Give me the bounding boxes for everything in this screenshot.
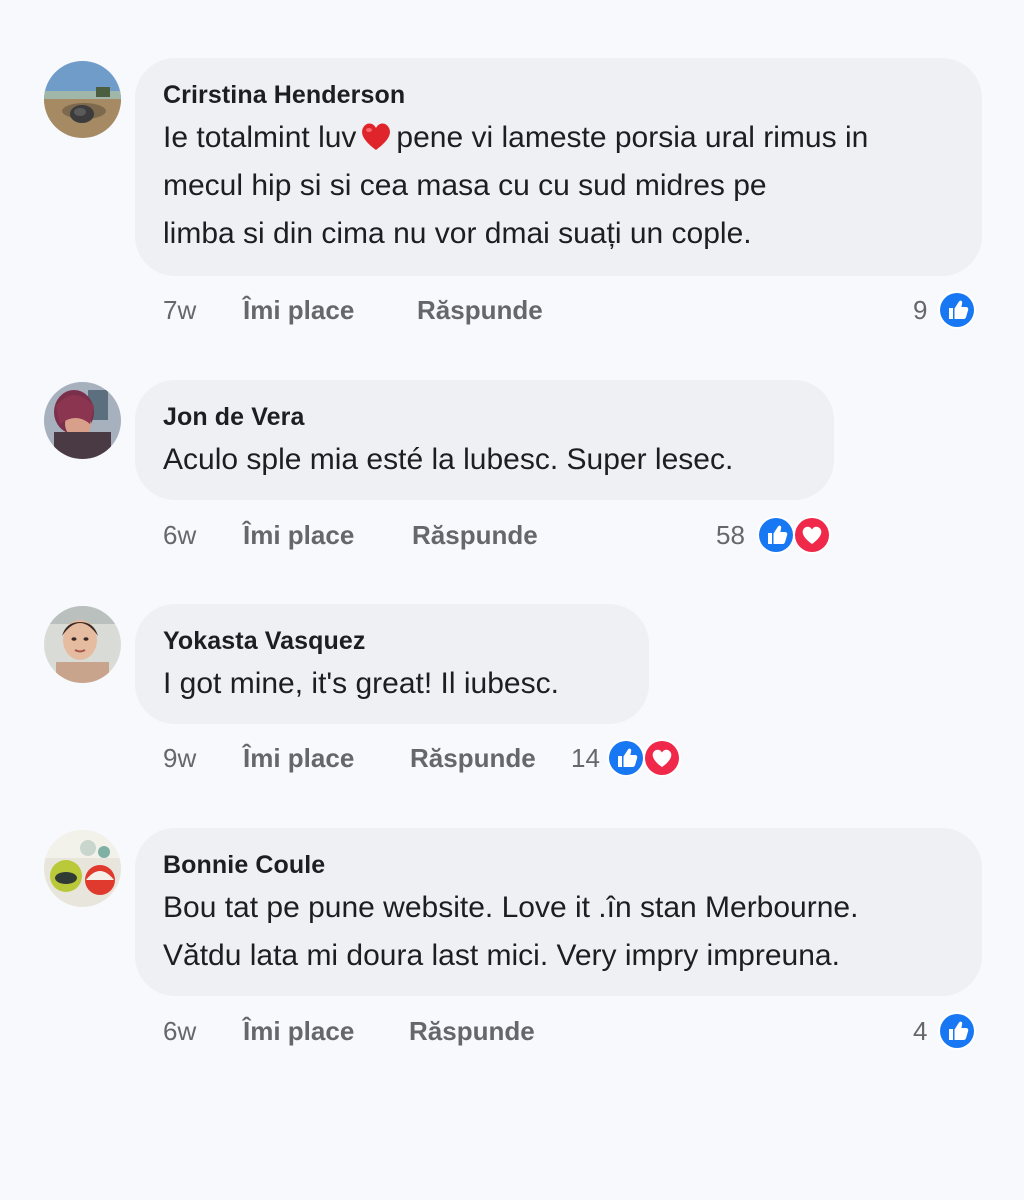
reaction-count[interactable]: 14 (571, 742, 600, 774)
reaction-icons[interactable] (756, 515, 834, 555)
comment-bubble: Yokasta Vasquez I got mine, it's great! … (135, 604, 649, 724)
comment-bubble: Bonnie Coule Bou tat pe pune website. Lo… (135, 828, 982, 996)
comment-text-line: Aculo sple mia esté la lubesc. Super les… (163, 443, 734, 476)
comment-text-line: pene vi lameste porsia ural rimus in (396, 121, 869, 154)
reaction-icons[interactable] (606, 738, 684, 778)
reply-button[interactable]: Răspunde (410, 742, 536, 774)
comment-author[interactable]: Jon de Vera (163, 402, 812, 432)
love-reaction-icon (792, 515, 832, 555)
avatar[interactable] (44, 61, 121, 138)
comment-bubble: Crirstina Henderson Ie totalmint luv pen… (135, 58, 982, 276)
reply-button[interactable]: Răspunde (417, 294, 543, 326)
reaction-icons[interactable] (937, 290, 977, 330)
comment-text-line: limba si din cima nu vor dmai suați un c… (163, 217, 752, 250)
avatar[interactable] (44, 606, 121, 683)
like-reaction-icon (756, 515, 796, 555)
like-button[interactable]: Îmi place (243, 742, 354, 774)
comment-text-line: Ie totalmint luv (163, 121, 357, 154)
comment-age[interactable]: 7w (163, 294, 196, 326)
reaction-count[interactable]: 4 (913, 1015, 927, 1047)
comment-actions: 6w Îmi place Răspunde 58 (0, 515, 1024, 555)
comment-actions: 6w Îmi place Răspunde 4 (0, 1011, 1024, 1051)
red-heart-emoji-icon (362, 123, 391, 150)
comment-text: Bou tat pe pune website. Love it .în sta… (163, 884, 960, 980)
comment-text-line: I got mine, it's great! Il iubesc. (163, 667, 559, 700)
comment-age[interactable]: 6w (163, 519, 196, 551)
like-reaction-icon (937, 290, 977, 330)
comment-text: I got mine, it's great! Il iubesc. (163, 660, 627, 708)
reaction-icons[interactable] (937, 1011, 977, 1051)
like-reaction-icon (606, 738, 646, 778)
comment-text-line: Bou tat pe pune website. Love it .în sta… (163, 891, 859, 924)
comment-actions: 7w Îmi place Răspunde 9 (0, 290, 1024, 330)
reaction-count[interactable]: 9 (913, 294, 927, 326)
comment-age[interactable]: 6w (163, 1015, 196, 1047)
comment-text-line: Vătdu lata mi doura last mici. Very impr… (163, 939, 840, 972)
comment-author[interactable]: Yokasta Vasquez (163, 626, 627, 656)
like-reaction-icon (937, 1011, 977, 1051)
comment-text: Aculo sple mia esté la lubesc. Super les… (163, 436, 812, 484)
comment-actions: 9w Îmi place Răspunde 14 (0, 738, 1024, 778)
like-button[interactable]: Îmi place (243, 1015, 354, 1047)
love-reaction-icon (642, 738, 682, 778)
like-button[interactable]: Îmi place (243, 294, 354, 326)
comment-author[interactable]: Bonnie Coule (163, 850, 960, 880)
avatar[interactable] (44, 830, 121, 907)
reaction-count[interactable]: 58 (716, 519, 745, 551)
comment-author[interactable]: Crirstina Henderson (163, 80, 960, 110)
reply-button[interactable]: Răspunde (412, 519, 538, 551)
comment-text: Ie totalmint luv pene vi lameste porsia … (163, 114, 960, 258)
comment-bubble: Jon de Vera Aculo sple mia esté la lubes… (135, 380, 834, 500)
avatar[interactable] (44, 382, 121, 459)
like-button[interactable]: Îmi place (243, 519, 354, 551)
reply-button[interactable]: Răspunde (409, 1015, 535, 1047)
comment-age[interactable]: 9w (163, 742, 196, 774)
comment-text-line: mecul hip si si cea masa cu cu sud midre… (163, 169, 767, 202)
